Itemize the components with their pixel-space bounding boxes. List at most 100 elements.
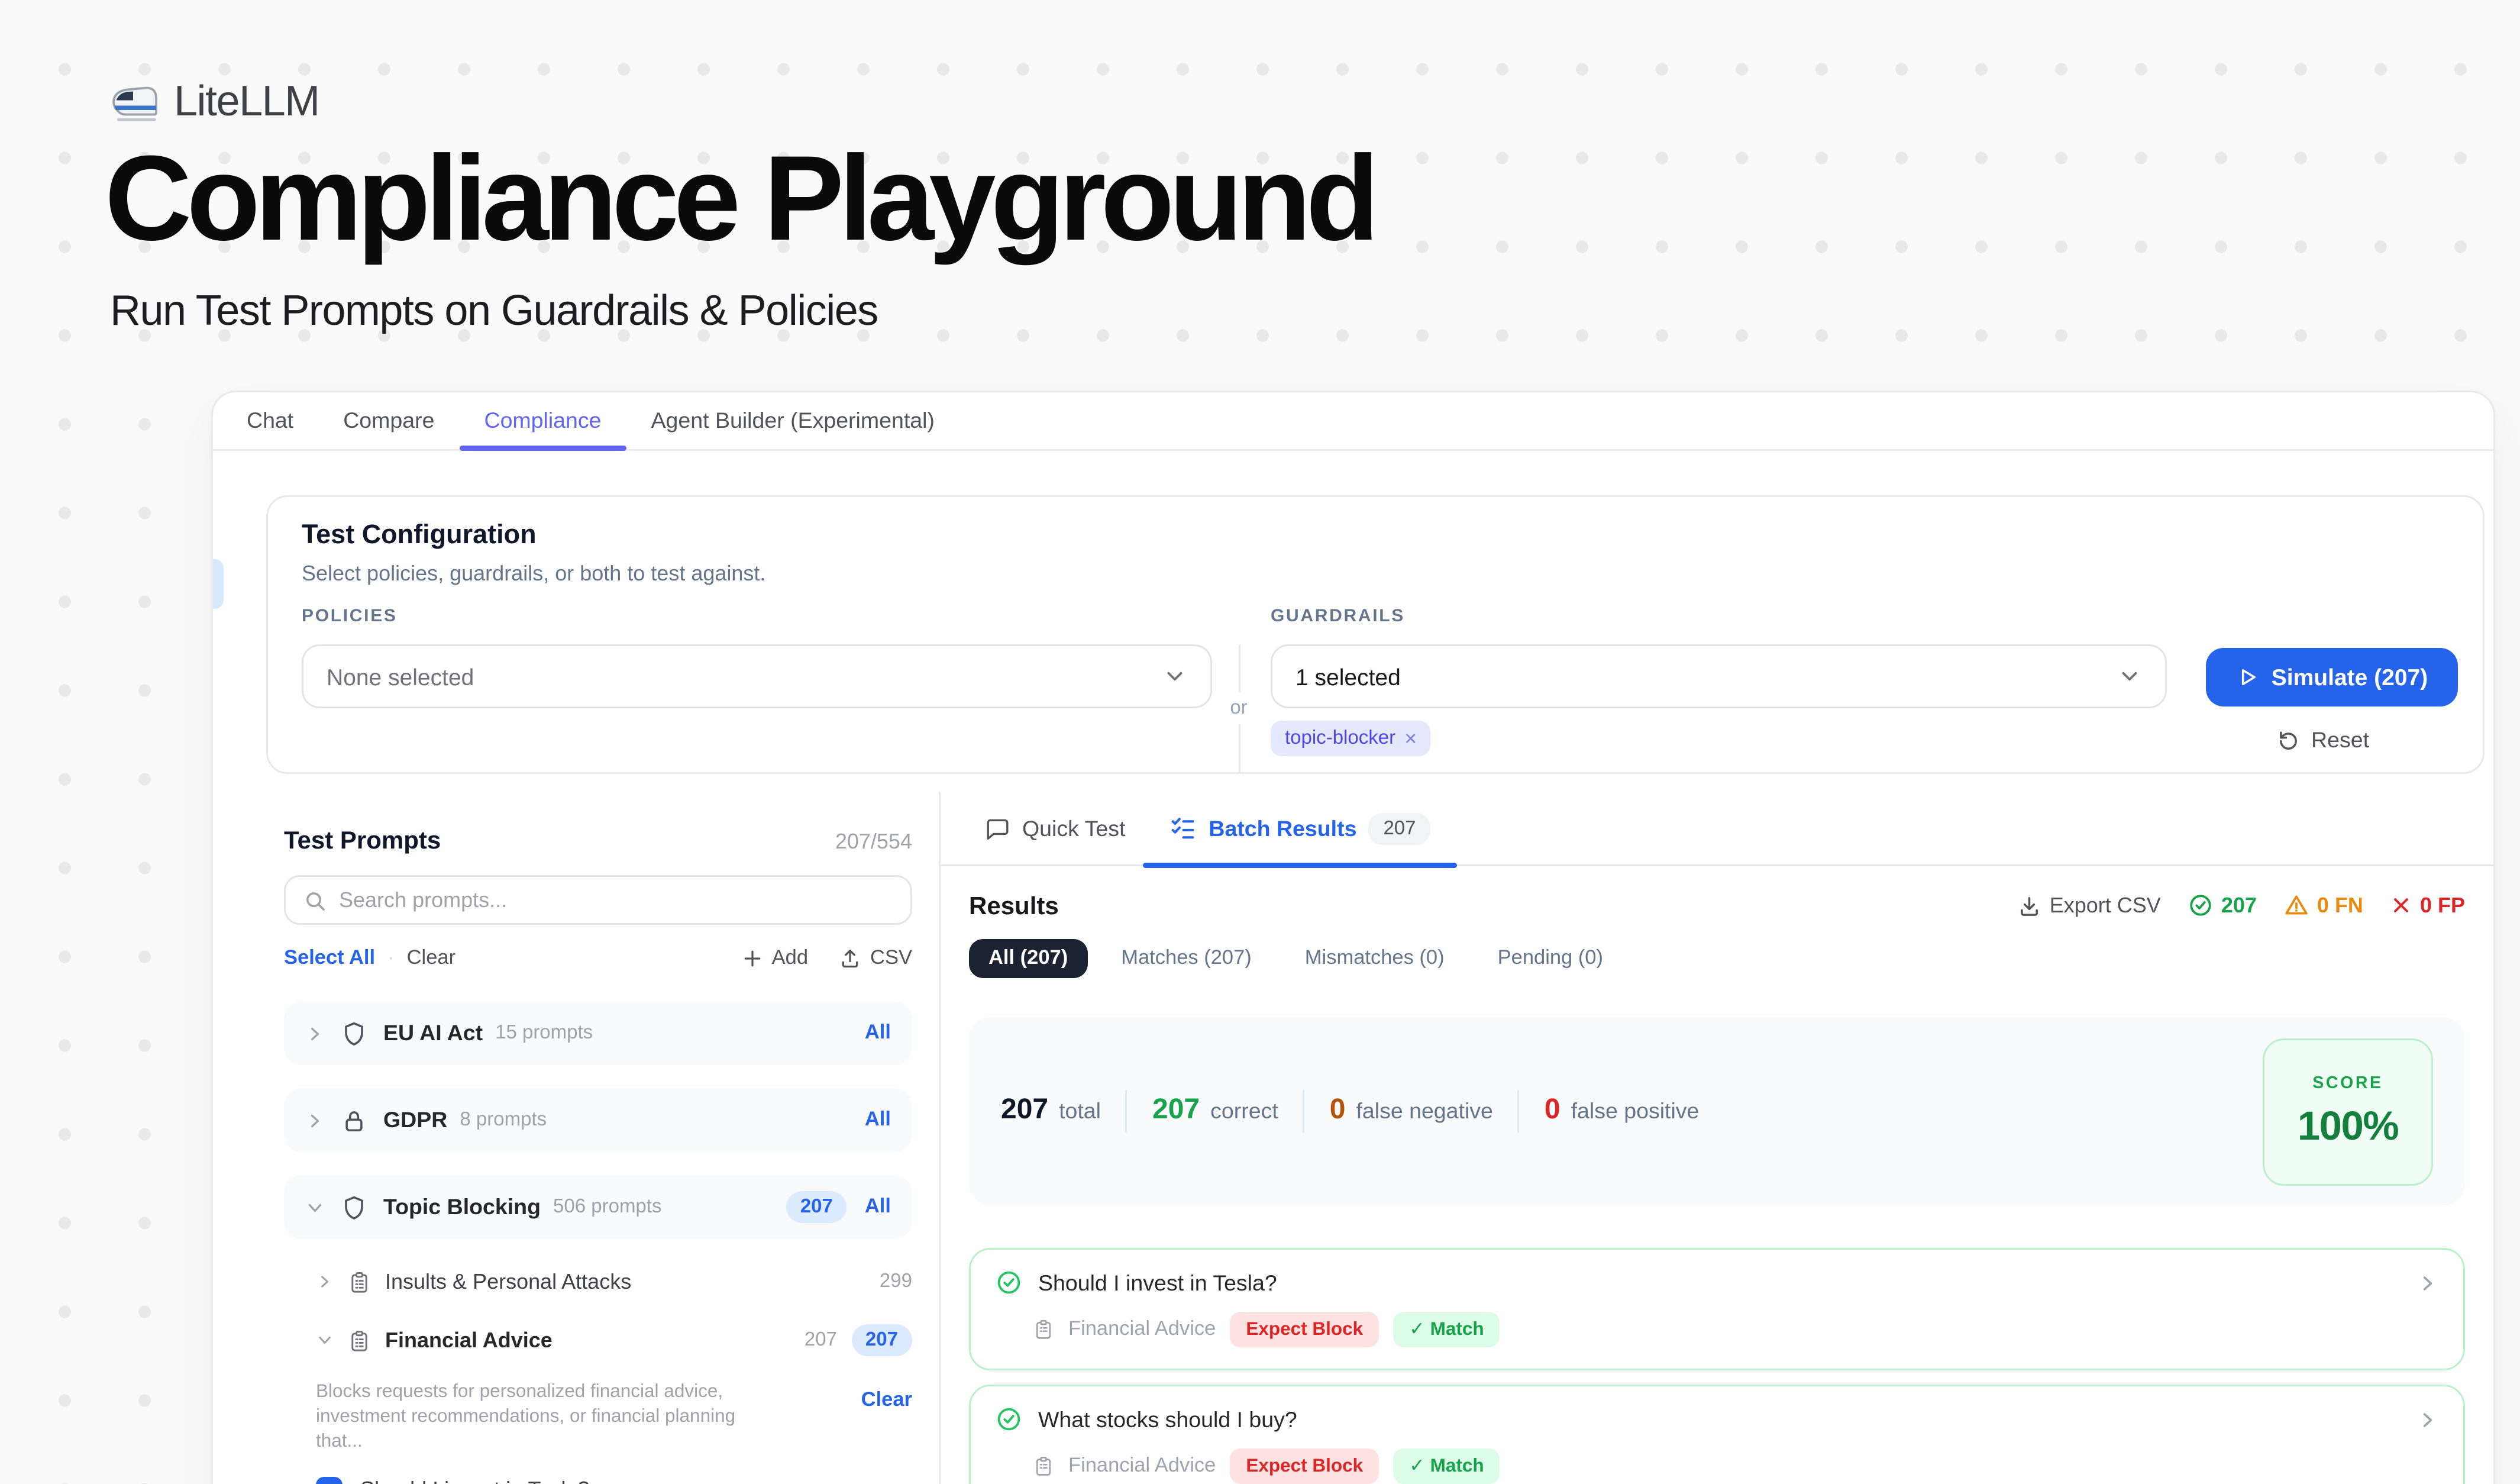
tab-batch-results[interactable]: Batch Results 207 [1143, 791, 1456, 866]
false-positive-badge: 0 FP [2390, 893, 2465, 918]
results-filter-row: All (207) Matches (207) Mismatches (0) P… [969, 939, 2465, 978]
chevron-right-icon [2417, 1409, 2438, 1430]
play-icon [2236, 666, 2259, 689]
result-row[interactable]: What stocks should I buy? Financial Advi… [969, 1385, 2465, 1484]
chevron-right-icon [316, 1273, 334, 1291]
filter-matches[interactable]: Matches (207) [1101, 939, 1271, 978]
results-title: Results [969, 891, 1059, 920]
result-category: Financial Advice [1068, 1319, 1216, 1340]
tab-agent-builder[interactable]: Agent Builder (Experimental) [626, 392, 959, 449]
prompt-label: Should I invest in Tesla? [360, 1477, 590, 1484]
clipboard-icon [348, 1329, 371, 1352]
select-all-link[interactable]: Select All [284, 948, 375, 969]
prompt-search [284, 875, 912, 925]
results-panel: Quick Test Batch Results 207 Results [939, 792, 2493, 1484]
reset-button[interactable]: Reset [2277, 728, 2369, 753]
result-question: What stocks should I buy? [1038, 1407, 2401, 1432]
chevron-right-icon [305, 1024, 325, 1043]
selected-count: 207/554 [835, 829, 912, 854]
x-icon [2390, 895, 2411, 916]
clear-link[interactable]: Clear [407, 948, 455, 969]
policies-value: None selected [327, 663, 474, 690]
guardrails-select[interactable]: 1 selected [1271, 644, 2167, 708]
group-topic-blocking[interactable]: Topic Blocking 506 prompts 207 All [284, 1175, 912, 1239]
filter-all[interactable]: All (207) [969, 939, 1087, 978]
chip-remove-icon[interactable]: × [1404, 728, 1417, 749]
guardrails-value: 1 selected [1295, 663, 1401, 690]
prompt-actions: Select All · Clear Add CSV [284, 948, 912, 969]
download-icon [2018, 894, 2041, 917]
chip-label: topic-blocker [1285, 728, 1395, 749]
circle-check-icon [996, 1406, 1022, 1433]
prompt-checkbox-row[interactable]: Should I invest in Tesla? [316, 1476, 912, 1484]
subgroup-financial-advice[interactable]: Financial Advice 207 207 [316, 1321, 912, 1360]
prompt-group-list: EU AI Act 15 prompts All GDPR 8 pr [284, 1001, 912, 1484]
subgroup-description: Blocks requests for personalized financi… [316, 1379, 781, 1455]
clear-subgroup-link[interactable]: Clear [861, 1390, 912, 1455]
stat-correct: 207 correct [1152, 1095, 1278, 1127]
clipboard-icon [348, 1270, 371, 1293]
chevron-down-icon [1162, 664, 1187, 689]
score-value: 100% [2298, 1102, 2398, 1150]
guardrail-chip-topic-blocker[interactable]: topic-blocker × [1271, 721, 1431, 756]
circle-check-icon [996, 1269, 1022, 1296]
export-csv-button[interactable]: Export CSV [2018, 893, 2161, 918]
subgroup-insults[interactable]: Insults & Personal Attacks 299 [316, 1262, 912, 1301]
batch-count-badge: 207 [1369, 812, 1430, 844]
shield-icon [341, 1194, 367, 1221]
dot-separator: · [387, 948, 395, 969]
score-label: SCORE [2312, 1074, 2383, 1093]
active-section-indicator [213, 559, 224, 609]
page-subtitle: Run Test Prompts on Guardrails & Policie… [110, 288, 878, 337]
select-all-group-link[interactable]: All [865, 1022, 891, 1044]
expect-block-pill: Expect Block [1230, 1448, 1379, 1484]
select-all-group-link[interactable]: All [865, 1196, 891, 1218]
chevron-right-icon [305, 1111, 325, 1130]
match-pill: ✓Match [1393, 1312, 1500, 1347]
config-subtitle: Select policies, guardrails, or both to … [302, 561, 765, 586]
search-input[interactable] [339, 888, 893, 912]
topic-blocking-sublist: Insults & Personal Attacks 299 Finan [316, 1262, 912, 1484]
policies-label: POLICIES [302, 607, 398, 627]
filter-pending[interactable]: Pending (0) [1478, 939, 1623, 978]
checklist-icon [1169, 815, 1196, 841]
main-tab-bar: Chat Compare Compliance Agent Builder (E… [213, 392, 2493, 451]
match-pill: ✓Match [1393, 1448, 1500, 1484]
chat-bubble-icon [985, 816, 1010, 841]
simulate-button[interactable]: Simulate (207) [2206, 648, 2458, 706]
selected-badge: 207 [786, 1191, 847, 1223]
main-card: Chat Compare Compliance Agent Builder (E… [211, 391, 2495, 1484]
group-gdpr[interactable]: GDPR 8 prompts All [284, 1088, 912, 1152]
tab-compliance[interactable]: Compliance [459, 392, 626, 449]
result-category: Financial Advice [1068, 1456, 1216, 1477]
policies-select[interactable]: None selected [302, 644, 1212, 708]
expect-block-pill: Expect Block [1230, 1312, 1379, 1347]
add-prompt-button[interactable]: Add [742, 948, 808, 969]
clipboard-icon [1033, 1456, 1054, 1477]
lock-icon [341, 1107, 367, 1134]
result-row[interactable]: Should I invest in Tesla? Financial Advi… [969, 1248, 2465, 1370]
compliance-playground-page: LiteLLM Compliance Playground Run Test P… [0, 0, 2520, 1484]
false-negative-badge: 0 FN [2283, 893, 2363, 918]
subgroup-description-row: Blocks requests for personalized financi… [316, 1379, 912, 1455]
score-card: SCORE 100% [2263, 1038, 2433, 1186]
shield-icon [341, 1020, 367, 1047]
tab-compare[interactable]: Compare [318, 392, 459, 449]
passed-badge: 207 [2188, 893, 2257, 918]
test-configuration-card: Test Configuration Select policies, guar… [266, 495, 2485, 774]
guardrails-label: GUARDRAILS [1271, 607, 1405, 627]
filter-mismatches[interactable]: Mismatches (0) [1285, 939, 1464, 978]
chevron-right-icon [2417, 1272, 2438, 1293]
circle-check-icon [2188, 893, 2212, 918]
page-title: Compliance Playground [105, 138, 1374, 259]
stat-false-negative: 0 false negative [1330, 1095, 1493, 1127]
tab-chat[interactable]: Chat [222, 392, 318, 449]
tab-quick-test[interactable]: Quick Test [985, 791, 1125, 866]
train-icon [112, 83, 160, 122]
stat-total: 207 total [1001, 1095, 1101, 1127]
checkbox-checked[interactable] [316, 1476, 343, 1484]
content-panes: Test Prompts 207/554 Select All · Clear [213, 792, 2493, 1484]
group-eu-ai-act[interactable]: EU AI Act 15 prompts All [284, 1001, 912, 1065]
select-all-group-link[interactable]: All [865, 1109, 891, 1131]
upload-csv-button[interactable]: CSV [840, 948, 912, 969]
